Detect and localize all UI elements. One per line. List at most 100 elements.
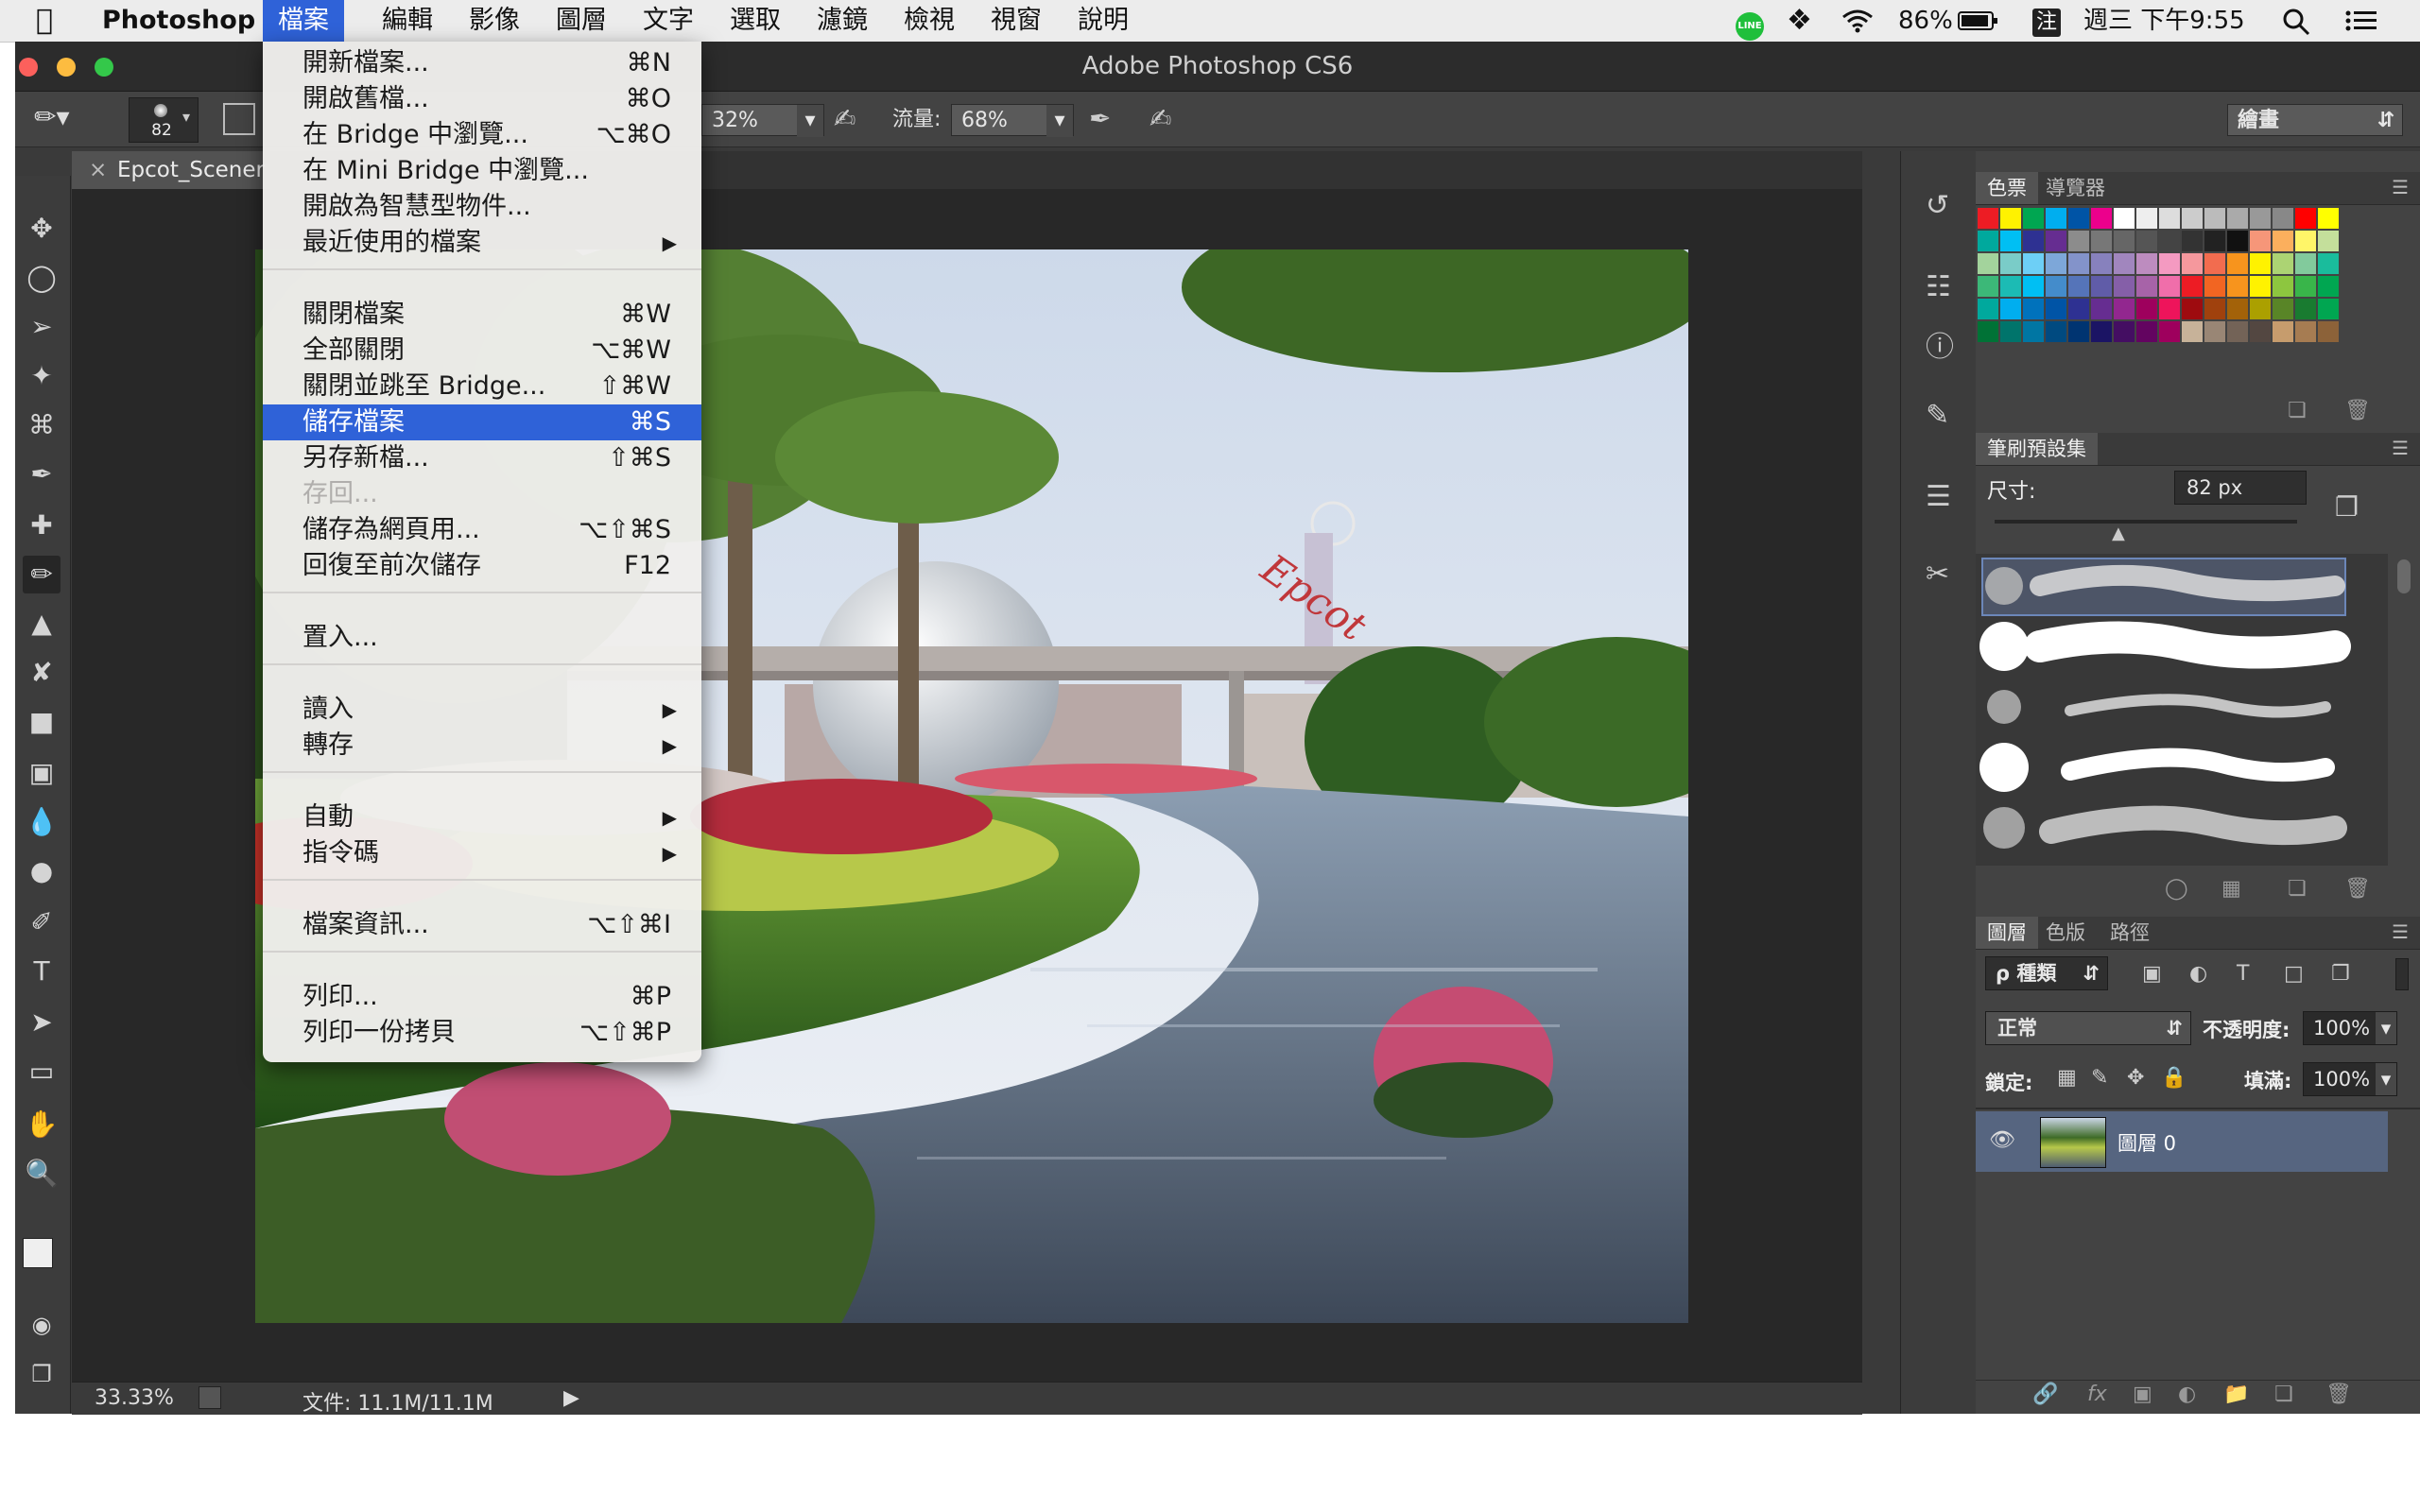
color-swatch[interactable] — [2068, 231, 2089, 251]
layer-row[interactable]: 👁 圖層 0 — [1976, 1111, 2388, 1172]
menubar-item[interactable]: 選取 — [715, 0, 796, 42]
panel-menu-icon[interactable]: ☰ — [2392, 437, 2409, 459]
color-swatch[interactable] — [2204, 253, 2225, 274]
lock-all-icon[interactable]: 🔒 — [2161, 1066, 2187, 1090]
dodge-tool-icon[interactable]: ● — [23, 852, 60, 890]
rectangle-tool-icon[interactable]: ▭ — [23, 1053, 60, 1091]
color-swatch[interactable] — [2114, 276, 2135, 297]
brush-size-picker[interactable]: 82 ▾ — [129, 97, 199, 143]
color-swatch[interactable] — [2182, 299, 2203, 319]
color-swatch[interactable] — [2114, 253, 2135, 274]
color-swatch[interactable] — [2227, 253, 2248, 274]
hand-tool-icon[interactable]: ✋ — [23, 1106, 60, 1143]
color-swatch[interactable] — [2204, 276, 2225, 297]
color-swatch[interactable] — [2318, 299, 2339, 319]
filter-pixel-icon[interactable]: ▣ — [2142, 962, 2162, 986]
color-swatch[interactable] — [2273, 321, 2293, 342]
color-swatch[interactable] — [2000, 208, 2021, 229]
document-info[interactable]: 文件: 11.1M/11.1M — [302, 1386, 493, 1417]
color-swatch[interactable] — [2046, 253, 2066, 274]
color-swatch[interactable] — [2114, 208, 2135, 229]
move-tool-icon[interactable]: ✥ — [23, 210, 60, 248]
color-swatch[interactable] — [2250, 276, 2271, 297]
color-swatch[interactable] — [2182, 253, 2203, 274]
battery-icon[interactable] — [1957, 0, 2000, 42]
brush-preset-list[interactable] — [1976, 554, 2388, 866]
close-tab-icon[interactable]: × — [89, 151, 107, 189]
color-swatch[interactable] — [2204, 299, 2225, 319]
color-swatch[interactable] — [2000, 253, 2021, 274]
add-mask-icon[interactable]: ▣ — [2133, 1383, 2152, 1406]
file-menu-item[interactable]: 指令碼 ▶ — [263, 835, 701, 871]
type-tool-icon[interactable]: T — [23, 953, 60, 990]
color-swatch[interactable] — [2068, 208, 2089, 229]
crop-tool-icon[interactable]: ⌘ — [23, 406, 60, 444]
color-swatch[interactable] — [2204, 208, 2225, 229]
tab-channels[interactable]: 色版 — [2034, 917, 2097, 949]
color-swatch[interactable] — [2091, 321, 2112, 342]
brush-size-slider[interactable] — [1995, 520, 2297, 524]
zoom-level[interactable]: 33.33% — [95, 1386, 174, 1410]
color-swatch[interactable] — [2159, 276, 2180, 297]
history-panel-icon[interactable]: ↺ — [1926, 189, 1949, 222]
file-menu-item[interactable]: 儲存檔案 ⌘S — [263, 404, 701, 440]
color-swatch[interactable] — [2091, 299, 2112, 319]
color-swatch[interactable] — [2250, 208, 2271, 229]
color-swatch[interactable] — [2227, 231, 2248, 251]
clone-source-panel-icon[interactable]: ☰ — [1926, 480, 1951, 513]
menubar-item[interactable]: 說明 — [1063, 0, 1144, 42]
tab-brush-presets[interactable]: 筆刷預設集 — [1976, 433, 2098, 465]
filter-toggle-switch[interactable] — [2395, 958, 2409, 990]
color-swatch[interactable] — [2204, 321, 2225, 342]
color-swatch[interactable] — [2023, 231, 2044, 251]
color-swatch[interactable] — [1978, 299, 1998, 319]
lock-transparent-icon[interactable]: ▦ — [2057, 1066, 2077, 1090]
tab-swatches[interactable]: 色票 — [1976, 172, 2038, 204]
marquee-tool-icon[interactable]: ◯ — [23, 259, 60, 297]
color-swatch[interactable] — [2182, 276, 2203, 297]
color-swatch[interactable] — [2136, 299, 2157, 319]
layer-filter-kind[interactable]: ρ 種類 ⇵ — [1985, 956, 2108, 990]
status-preview-icon[interactable] — [199, 1386, 221, 1409]
fx-icon[interactable]: fx — [2087, 1383, 2107, 1406]
file-menu-item[interactable]: 列印... ⌘P — [263, 979, 701, 1015]
file-menu-item[interactable]: 關閉並跳至 Bridge... ⇧⌘W — [263, 369, 701, 404]
lasso-tool-icon[interactable]: ➢ — [23, 308, 60, 346]
lock-position-icon[interactable]: ✥ — [2127, 1066, 2144, 1090]
screen-mode-icon[interactable]: ❐ — [23, 1355, 60, 1393]
color-swatch[interactable] — [2159, 208, 2180, 229]
color-swatch[interactable] — [2068, 253, 2089, 274]
apple-menu-icon[interactable]:  — [36, 0, 53, 42]
toggle-brush-panel-icon[interactable]: ◯ — [2165, 877, 2188, 901]
brush-list-scrollbar[interactable] — [2397, 559, 2411, 593]
filter-shape-icon[interactable]: □ — [2284, 962, 2304, 986]
color-swatch[interactable] — [2046, 276, 2066, 297]
history-brush-tool-icon[interactable]: ✘ — [23, 654, 60, 692]
workspace-switcher[interactable]: 繪畫 ⇵ — [2227, 104, 2403, 136]
layer-visibility-eye-icon[interactable]: 👁 — [1989, 1128, 2015, 1152]
color-swatch[interactable] — [2000, 276, 2021, 297]
color-swatch[interactable] — [2295, 253, 2316, 274]
color-swatch[interactable] — [2023, 321, 2044, 342]
menubar-item[interactable]: 圖層 — [541, 0, 622, 42]
input-method-icon[interactable]: 注 — [2032, 0, 2061, 42]
gradient-tool-icon[interactable]: ▣ — [23, 754, 60, 792]
color-swatch[interactable] — [2250, 253, 2271, 274]
color-swatch[interactable] — [2000, 299, 2021, 319]
color-swatch[interactable] — [2091, 253, 2112, 274]
color-swatch[interactable] — [2091, 208, 2112, 229]
new-brush-icon[interactable]: ❏ — [2288, 877, 2307, 901]
file-menu-item[interactable]: 轉存 ▶ — [263, 728, 701, 764]
color-swatch[interactable] — [2318, 276, 2339, 297]
file-menu-item[interactable]: 儲存為網頁用... ⌥⇧⌘S — [263, 512, 701, 548]
create-new-brush-icon[interactable]: ❐ — [2335, 491, 2359, 523]
quick-mask-icon[interactable]: ◉ — [23, 1306, 60, 1344]
color-swatch[interactable] — [2159, 231, 2180, 251]
file-menu-item[interactable]: 開啟為智慧型物件... — [263, 189, 701, 225]
color-swatch[interactable] — [2295, 299, 2316, 319]
menubar-item[interactable]: 視窗 — [976, 0, 1057, 42]
color-swatch[interactable] — [2023, 208, 2044, 229]
spotlight-search-icon[interactable] — [2280, 0, 2312, 42]
file-menu-item[interactable]: 在 Mini Bridge 中瀏覽... — [263, 153, 701, 189]
zoom-tool-icon[interactable]: 🔍 — [23, 1155, 60, 1193]
